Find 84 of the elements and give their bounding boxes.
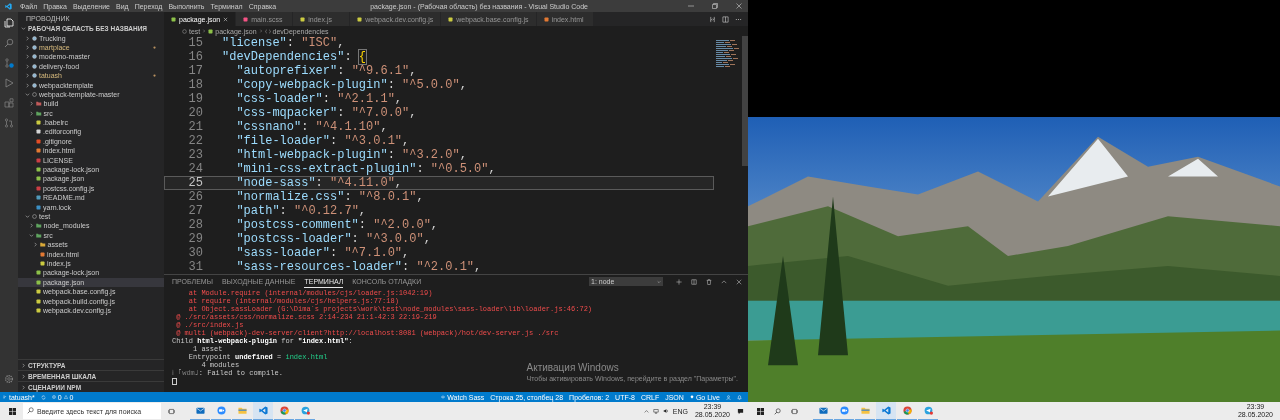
code-line: "mini-css-extract-plugin": "^0.5.0",: [236, 162, 496, 176]
line-number: 16: [187, 50, 204, 64]
code-line: "css-mqpacker": "^7.0.0",: [236, 106, 417, 120]
activation-title: Активация Windows: [526, 362, 620, 373]
close-icon[interactable]: [735, 2, 743, 10]
ring-icon: [182, 28, 187, 34]
windows-start-icon[interactable]: [9, 407, 16, 415]
split-editor-icon[interactable]: [722, 15, 729, 23]
minimize-icon[interactable]: [687, 2, 695, 10]
eye-icon: [441, 395, 446, 399]
line-number: 21: [187, 120, 204, 134]
sync-icon[interactable]: [40, 394, 46, 400]
code-line: "sass-resources-loader": "^2.0.1",: [236, 260, 482, 274]
volume-icon[interactable]: [662, 408, 669, 414]
search-icon: [27, 407, 34, 414]
scrollbar-thumb[interactable]: [742, 36, 748, 166]
line-number: 23: [187, 148, 204, 162]
extensions-icon[interactable]: [4, 98, 14, 108]
chevron-up-icon[interactable]: [721, 278, 727, 285]
line-number: 30: [187, 246, 204, 260]
line-number: 29: [187, 232, 204, 246]
vscode-app-icon[interactable]: [876, 402, 896, 420]
warning-icon: [63, 395, 68, 399]
code-line: "node-sass": "^4.11.0",: [236, 176, 403, 190]
search-icon[interactable]: [4, 38, 14, 48]
ring-icon: [32, 91, 37, 97]
close-icon[interactable]: [736, 278, 742, 285]
line-number: 24: [187, 162, 204, 176]
task-view-icon[interactable]: [791, 407, 798, 415]
branch-icon: [3, 395, 7, 399]
code-line: "sass-loader": "^7.1.0",: [236, 246, 410, 260]
error-icon: [51, 395, 56, 399]
plus-icon[interactable]: [676, 278, 682, 285]
settings-icon[interactable]: [4, 374, 14, 384]
files-icon[interactable]: [4, 18, 14, 28]
code-line: "html-webpack-plugin": "^3.2.0",: [236, 148, 467, 162]
split-terminal-icon[interactable]: [691, 278, 697, 285]
braces-icon: [264, 28, 271, 34]
line-number: 15: [187, 36, 204, 50]
close-icon[interactable]: [223, 16, 229, 22]
code-line: "cssnano": "^4.1.10",: [236, 120, 388, 134]
line-number: 20: [187, 106, 204, 120]
ring-icon: [32, 214, 37, 219]
code-line: "file-loader": "^3.0.1",: [236, 134, 410, 148]
code-line: "license": "ISC",: [222, 36, 345, 50]
line-number: 17: [187, 64, 204, 78]
code-line: "css-loader": "^2.1.1",: [236, 92, 403, 106]
search-icon[interactable]: [774, 407, 781, 415]
line-number: 27: [187, 204, 204, 218]
trash-icon[interactable]: [706, 278, 712, 285]
code-line: "path": "^0.12.7",: [236, 204, 367, 218]
modified-dot: [153, 45, 156, 49]
bell-icon[interactable]: [737, 394, 742, 400]
code-line: "autoprefixer": "^9.6.1",: [236, 64, 417, 78]
line-number: 31: [187, 260, 204, 274]
pull-request-icon[interactable]: [4, 118, 14, 128]
line-number: 25: [187, 176, 204, 190]
file-icon: [208, 28, 214, 34]
windows-start-icon[interactable]: [757, 407, 764, 415]
network-icon[interactable]: [652, 408, 659, 414]
line-number: 26: [187, 190, 204, 204]
task-view-icon[interactable]: [168, 407, 175, 415]
code-line: "normalize.css": "^8.0.1",: [236, 190, 424, 204]
restore-icon[interactable]: [711, 2, 719, 10]
code-line: "copy-webpack-plugin": "^5.0.0",: [236, 78, 467, 92]
vscode-logo-icon: [5, 2, 12, 10]
source-control-icon[interactable]: [4, 58, 14, 68]
compare-icon[interactable]: [709, 15, 716, 23]
broadcast-icon: [689, 395, 694, 399]
line-number: 18: [187, 78, 204, 92]
code-line: "postcss-comment": "^2.0.0",: [236, 218, 439, 232]
line-number: 22: [187, 134, 204, 148]
chevron-up-icon[interactable]: [643, 408, 649, 414]
code-line: "postcss-loader": "^3.0.0",: [236, 232, 431, 246]
terminal-cursor: [172, 378, 177, 385]
notification-icon[interactable]: [737, 407, 744, 415]
minimap-drawing: [714, 38, 742, 68]
vscode-app-icon[interactable]: [253, 402, 273, 420]
modified-dot: [153, 74, 156, 78]
run-icon[interactable]: [4, 78, 14, 88]
line-number: 19: [187, 92, 204, 106]
code-line: "devDependencies": {: [222, 50, 367, 64]
person-icon[interactable]: [726, 394, 731, 400]
line-number: 28: [187, 218, 204, 232]
